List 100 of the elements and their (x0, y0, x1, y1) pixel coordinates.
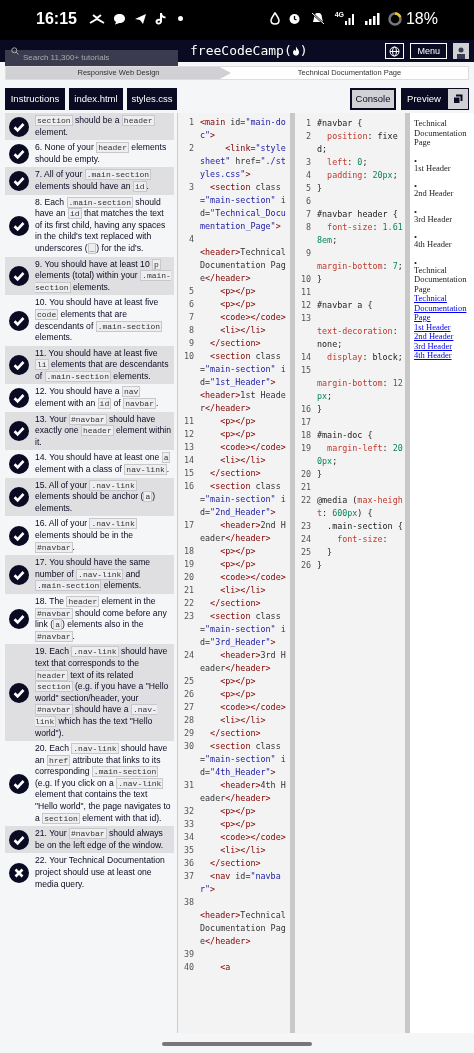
code-line: <p></p> (219, 688, 257, 701)
logo-text: ) (299, 42, 308, 61)
preview-link[interactable]: 1st Header (414, 322, 451, 332)
instruction-text: 17. You should have the same number of .nav-link and .main-section elements. (35, 557, 152, 592)
code-line: <p></p> (219, 298, 257, 311)
preview-link[interactable]: 2nd Header (414, 332, 454, 342)
instruction-text: 22. Your Technical Documentation project should use at least one media query. (35, 855, 166, 891)
window-stack-icon (453, 94, 463, 104)
battery-icon (387, 11, 402, 26)
html-editor[interactable] (177, 113, 290, 1033)
line-number: 37 (182, 870, 195, 883)
line-number: 18 (299, 429, 312, 442)
instruction-text: 18. The header element in the #navbar should come before any link ( a ) elements also in the #navbar . (35, 595, 168, 643)
line-number: 6 (187, 298, 195, 311)
code-line: display: block; (326, 351, 404, 364)
instruction-text: 7. All of your .main-section elements should have an id . (35, 169, 153, 193)
code-line: <p></p> (219, 415, 257, 428)
water-drop-icon (269, 12, 280, 25)
code-line: } (317, 559, 324, 572)
line-number: 19 (182, 558, 195, 571)
instruction-text: 9. You should have at least 10 p elements (total) within your .main-section elements. (35, 258, 172, 294)
line-number: 38 (182, 896, 195, 909)
code-line: } (317, 182, 324, 195)
line-number: 14 (182, 454, 195, 467)
line-number: 3 (304, 156, 312, 169)
instruction-text: 10. You should have at least five code elements that are descendants of .main-section elements. (35, 297, 164, 344)
line-number: 14 (299, 351, 312, 364)
instruction-text: 21. Your #navbar should always be on the left edge of the window. (35, 828, 165, 852)
line-number: 12 (182, 428, 195, 441)
code-line: <li></li> (219, 844, 267, 857)
globe-icon (389, 45, 401, 57)
preview-link[interactable]: 4th Header (414, 351, 452, 361)
line-number: 11 (299, 286, 312, 299)
code-line: <a (219, 961, 232, 974)
alarm-icon (287, 12, 301, 25)
user-icon (456, 46, 466, 59)
avatar[interactable] (453, 43, 469, 59)
line-number: 13 (182, 441, 195, 454)
line-number: 33 (182, 818, 195, 831)
line-number: 34 (182, 831, 195, 844)
line-number: 18 (182, 545, 195, 558)
line-number: 24 (182, 649, 195, 662)
instruction-text: 6. None of your header elements should be empty. (35, 142, 168, 166)
line-number: 22 (182, 597, 195, 610)
line-number: 1 (304, 117, 312, 130)
line-number: 26 (299, 559, 312, 572)
tab[interactable]: Console (350, 88, 396, 110)
bullet: • (414, 234, 417, 240)
line-number: 35 (182, 844, 195, 857)
flame-icon (291, 46, 300, 56)
tab[interactable]: styles.css (127, 88, 177, 110)
search-field[interactable]: Search 11,300+ tutorials (5, 49, 178, 66)
instruction-text: 20. Each .nav-link should have an href attribute that links to its corresponding .main-section (e.g. If you click on a .nav-link element that contains the text "Hello world", the page navigates to a section element with that id). (35, 743, 172, 825)
search-icon (11, 47, 19, 55)
line-number: 8 (187, 324, 195, 337)
line-number: 10 (299, 273, 312, 286)
line-number: 21 (299, 481, 312, 494)
code-line: <section class="main-section" id="Technical_Documentation_Page"> (200, 181, 287, 233)
line-number: 4 (304, 169, 312, 182)
dot-icon (177, 16, 183, 21)
line-number: 7 (304, 208, 312, 221)
tab[interactable]: index.html (69, 88, 123, 110)
line-number: 21 (182, 584, 195, 597)
line-number: 17 (182, 519, 195, 532)
line-number: 40 (182, 961, 195, 974)
code-line: <li></li> (219, 454, 267, 467)
preview-link[interactable]: 3rd Header (414, 341, 452, 351)
code-line: </section> (209, 857, 262, 870)
code-line: } (317, 273, 324, 286)
code-line: <p></p> (219, 285, 257, 298)
logo-text: freeCodeCamp( (190, 42, 292, 61)
line-number: 20 (182, 571, 195, 584)
instruction-text: 11. You should have at least five li elements that are descendants of .main-section elements. (35, 347, 170, 383)
battery-percentage: 18% (405, 8, 438, 29)
line-number: 15 (182, 467, 195, 480)
line-number: 2 (187, 142, 195, 155)
line-number: 31 (182, 779, 195, 792)
popout-button[interactable] (447, 88, 469, 110)
preview-link[interactable]: Technical Documentation Page (414, 294, 474, 323)
line-number: 16 (182, 480, 195, 493)
tab[interactable]: Preview (401, 88, 447, 110)
code-line: <section class="main-section" id="4th_Header"> (200, 740, 287, 779)
instruction-text: 8. Each .main-section should have an id that matches the text of its first child, having any spaces in the child's text replaced with underscores ( _ ) for the id's. (35, 196, 167, 255)
line-number: 8 (304, 221, 312, 234)
code-line: } (317, 468, 324, 481)
css-editor[interactable] (295, 113, 405, 1033)
line-number: 7 (187, 311, 195, 324)
code-line: <main id="main-doc"> (200, 116, 287, 142)
code-line: <header>Technical Documentation Page</header> (200, 909, 287, 948)
instruction-text: 16. All of your .nav-link elements should be in the #navbar . (35, 518, 138, 554)
bullet: • (414, 259, 417, 266)
code-line: margin-bottom: 12px; (317, 377, 404, 403)
code-line: font-size: 1.618em; (317, 221, 404, 247)
line-number: 6 (304, 195, 312, 208)
menu-button[interactable]: Menu (410, 43, 447, 59)
tab[interactable]: Instructions (5, 88, 65, 110)
code-line: margin-bottom: 7; (317, 260, 404, 273)
code-line: <li></li> (219, 714, 267, 727)
language-button[interactable] (385, 43, 405, 59)
line-number: 24 (299, 533, 312, 546)
